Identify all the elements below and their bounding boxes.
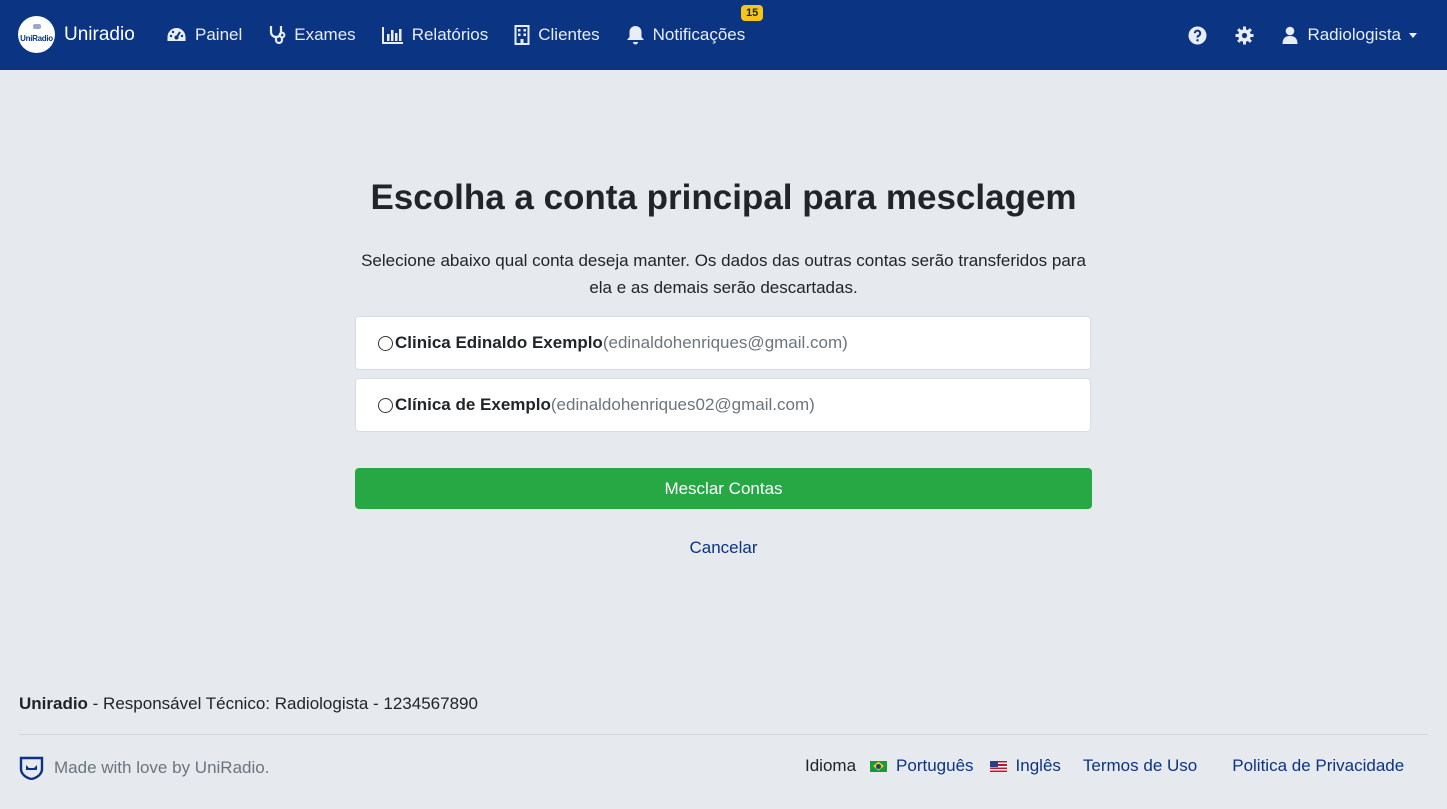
user-name: Radiologista xyxy=(1307,25,1401,44)
made-with-love: Made with love by UniRadio. xyxy=(19,756,269,780)
nav-item-clientes[interactable]: Clientes xyxy=(514,25,600,45)
brand[interactable]: UniRadio Uniradio xyxy=(18,16,135,53)
page-description: Selecione abaixo qual conta deseja mante… xyxy=(361,251,1086,297)
terms-of-use-link[interactable]: Termos de Uso xyxy=(1083,756,1197,776)
user-menu[interactable]: Radiologista xyxy=(1282,25,1417,45)
made-with-text: Made with love by UniRadio. xyxy=(54,758,270,777)
account-email: (edinaldohenriques@gmail.com) xyxy=(602,333,848,352)
nav-label: Painel xyxy=(195,25,243,44)
building-icon xyxy=(514,25,530,45)
account-radio[interactable] xyxy=(378,397,393,413)
language-portuguese-link[interactable]: Português xyxy=(896,756,974,776)
cancel-link[interactable]: Cancelar xyxy=(0,538,1447,558)
privacy-policy-link[interactable]: Politica de Privacidade xyxy=(1232,756,1404,776)
account-radio[interactable] xyxy=(378,335,393,351)
language-english-link[interactable]: Inglês xyxy=(1016,756,1061,776)
nav-label: Relatórios xyxy=(411,25,489,44)
nav-item-exames[interactable]: Exames xyxy=(268,25,356,45)
language-label: Idioma xyxy=(805,756,857,775)
bar-chart-icon xyxy=(381,27,403,44)
dashboard-icon xyxy=(167,28,186,41)
top-navbar: UniRadio Uniradio Painel Exames Relatóri… xyxy=(0,0,1447,70)
nav-item-painel[interactable]: Painel xyxy=(166,25,242,45)
uniradio-logo: UniRadio xyxy=(18,16,55,53)
nav-label: Clientes xyxy=(538,25,600,44)
footer-links: Idioma Português Inglês Termos de Uso Po… xyxy=(805,756,1404,776)
user-icon xyxy=(1282,26,1298,44)
nav-label: Notificações xyxy=(652,25,746,44)
account-name: Clínica de Exemplo xyxy=(395,395,551,414)
nav-item-relatorios[interactable]: Relatórios xyxy=(381,25,489,45)
nav-right: Radiologista xyxy=(1160,0,1417,70)
account-option[interactable]: Clínica de Exemplo (edinaldohenriques02@… xyxy=(355,378,1091,432)
brazil-flag-icon xyxy=(870,760,888,772)
stethoscope-icon xyxy=(270,26,286,45)
page-title: Escolha a conta principal para mesclagem xyxy=(370,178,1077,217)
account-name: Clinica Edinaldo Exemplo xyxy=(395,333,603,352)
help-icon[interactable] xyxy=(1188,26,1207,45)
footer-responsible-text: - Responsável Técnico: Radiologista - 12… xyxy=(87,694,478,713)
uniradio-shield-icon xyxy=(19,756,44,780)
merge-accounts-button[interactable]: Mesclar Contas xyxy=(355,468,1092,509)
account-option[interactable]: Clinica Edinaldo Exemplo (edinaldohenriq… xyxy=(355,316,1091,370)
nav-item-notificacoes[interactable]: Notificações 15 xyxy=(626,5,764,45)
us-flag-icon xyxy=(989,760,1007,772)
gear-icon[interactable] xyxy=(1235,26,1254,45)
chevron-down-icon xyxy=(1409,32,1417,38)
brand-name[interactable]: Uniradio xyxy=(64,24,135,46)
bell-icon xyxy=(626,26,644,45)
nav-label: Exames xyxy=(294,25,356,44)
footer-divider xyxy=(19,734,1428,735)
nav-menu: Painel Exames Relatórios Clientes Notifi… xyxy=(166,0,771,70)
footer-brand: Uniradio xyxy=(19,694,88,713)
footer-responsible: Uniradio - Responsável Técnico: Radiolog… xyxy=(19,694,478,714)
account-email: (edinaldohenriques02@gmail.com) xyxy=(550,395,815,414)
notification-count-badge: 15 xyxy=(741,5,764,21)
